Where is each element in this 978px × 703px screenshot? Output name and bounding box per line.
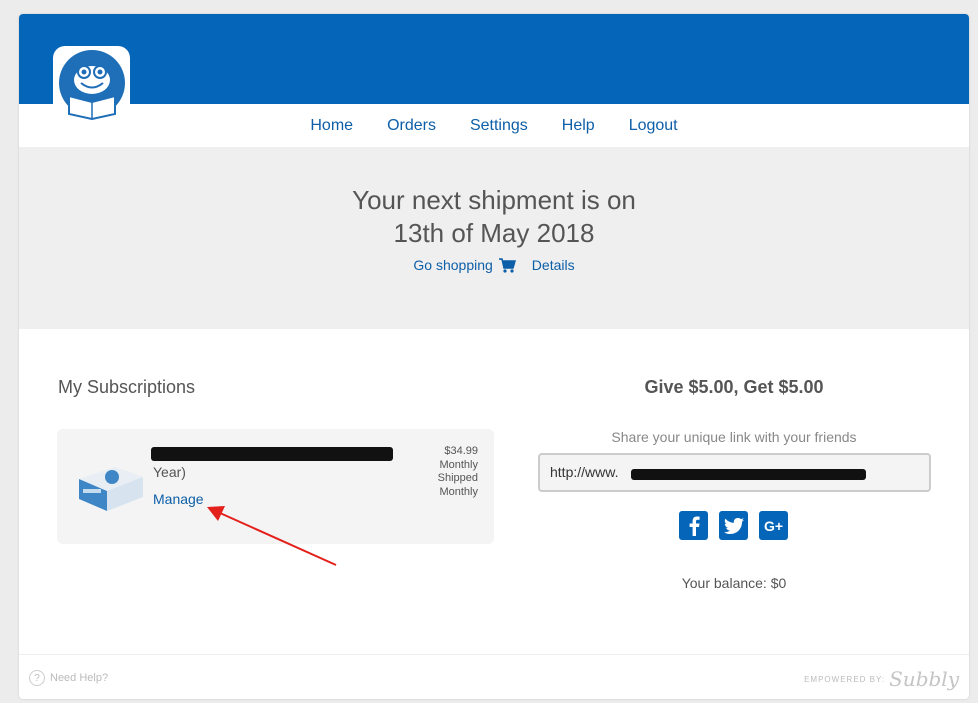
referral-url-text: http://www. [550,464,619,480]
share-label: Share your unique link with your friends [611,429,857,445]
subbly-logo: Subbly [889,667,959,691]
go-shopping-link[interactable]: Go shopping [413,257,516,273]
powered-by[interactable]: EMPOWERED BY: Subbly [804,667,959,691]
frog-logo-icon [58,49,125,120]
next-shipment-date: 13th of May 2018 [393,218,595,248]
nav-settings[interactable]: Settings [470,117,528,135]
subscription-price-info: $34.99 Monthly Shipped Monthly [438,445,478,499]
product-box-image [79,467,143,511]
redacted-product-name [151,447,393,461]
manage-link[interactable]: Manage [153,491,204,507]
google-plus-icon[interactable]: G+ [759,511,788,540]
footer: ? Need Help? EMPOWERED BY: Subbly [19,654,969,699]
referral-balance: Your balance: $0 [681,575,787,591]
shipped-label: Shipped [437,472,478,484]
go-shopping-label: Go shopping [413,257,493,273]
main-nav: Home Orders Settings Help Logout [19,104,969,147]
subscription-price: $34.99 [444,445,478,457]
next-shipment-heading: Your next shipment is on [352,185,636,215]
empowered-by-label: EMPOWERED BY: [804,674,886,684]
referral-title: Give $5.00, Get $5.00 [644,377,824,397]
nav-orders[interactable]: Orders [387,117,436,135]
details-link[interactable]: Details [532,257,575,273]
nav-logout[interactable]: Logout [629,117,678,135]
logo[interactable] [53,46,130,123]
need-help-label: Need Help? [50,672,109,684]
shipment-links: Go shopping Details [19,257,969,273]
subscription-card: Year) Manage $34.99 Monthly Shipped Mont… [57,429,494,544]
twitter-icon[interactable] [719,511,748,540]
social-share: G+ [679,511,788,540]
redacted-url [631,469,866,480]
facebook-icon[interactable] [679,511,708,540]
subscription-frequency: Monthly [439,458,478,471]
nav-help[interactable]: Help [562,117,595,135]
subscriptions-title: My Subscriptions [58,377,196,397]
subscription-name: Year) [153,464,186,480]
shipped-frequency: Monthly [439,485,478,498]
account-card: Home Orders Settings Help Logout Your ne… [19,14,969,699]
question-icon: ? [29,670,45,686]
referral-link-field[interactable]: http://www. [538,453,931,492]
need-help-link[interactable]: ? Need Help? [29,670,108,686]
nav-home[interactable]: Home [310,117,353,135]
next-shipment-banner: Your next shipment is on 13th of May 201… [19,147,969,329]
cart-icon [498,257,516,273]
header-bar [19,14,969,104]
